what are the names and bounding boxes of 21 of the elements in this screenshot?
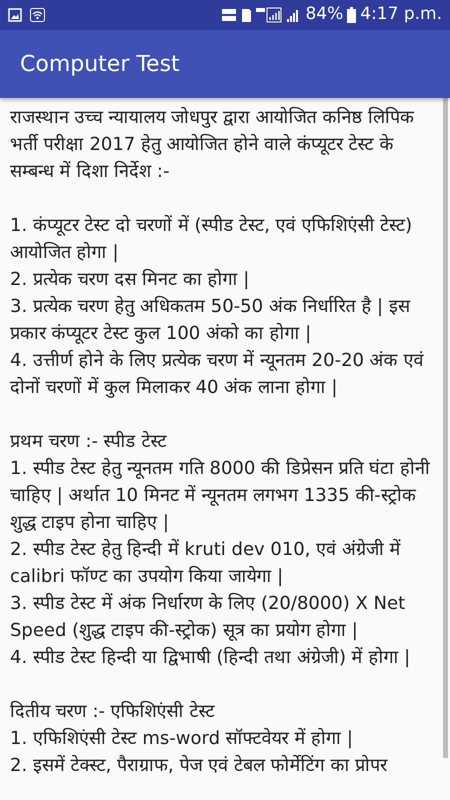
body-text: 1. एफिशिएंसी टेस्ट ms-word सॉफ्टवेयर में होगा |: [10, 726, 354, 751]
image-icon: [8, 8, 22, 22]
battery-percent: 84%: [305, 3, 344, 26]
mobile-data-icon: [256, 7, 282, 23]
body-text: 2. स्पीड टेस्ट हेतु हिन्दी में kruti dev 010, एवं अंग्रेजी में calibri फॉण्ट का उपयोग किया जायेगा |: [10, 538, 402, 589]
app-title: Computer Test: [20, 50, 180, 78]
wifi-icon: [30, 8, 45, 22]
battery-icon: [347, 7, 356, 23]
body-text: 2. प्रत्येक चरण दस मिनट का होगा |: [10, 268, 250, 292]
body-text: 2. इसमें टेक्स्ट, पैराग्राफ, पेज एवं टेबल फोर्मेटिंग का प्रोपर: [10, 754, 389, 778]
body-text: राजस्थान उच्च न्यायालय जोधपुर द्वारा आयोजित कनिष्ठ लिपिक भर्ती परीक्षा 2017 हेतु आयोजित होने वाले कंप्यूटर टेस्ट के सम्बन्ध में दिशा निर्देश :-: [10, 106, 416, 184]
body-text: 4. स्पीड टेस्ट हिन्दी या द्विभाषी (हिन्दी तथा अंग्रेजी) में होगा |: [10, 646, 412, 670]
body-text: दितीय चरण :- एफिशिएंसी टेस्ट: [10, 700, 216, 724]
body-text: 1. कंप्यूटर टेस्ट दो चरणों में (स्पीड टेस्ट, एवं एफिशिएंसी टेस्ट) आयोजित होगा |: [10, 214, 414, 265]
body-text: 1. स्पीड टेस्ट हेतु न्यूनतम गति 8000 की डिप्रेसन प्रति घंटा होनी चाहिए | अर्थात 10 मिनट में न्यूनतम लगभग 1335 की-स्ट्रोक शुद्ध टाइप होना चाहिए |: [10, 456, 431, 535]
body-text: 4. उत्तीर्ण होने के लिए प्रत्येक चरण में न्यूनतम 20-20 अंक एवं दोनों चरणों में कुल मिलाकर 40 अंक लाना होगा |: [10, 348, 425, 400]
body-text: 3. स्पीड टेस्ट में अंक निर्धारण के लिए (20/8000) X Net Speed (शुद्ध टाइप की-स्ट्रोक) सूत्र का प्रयोग होगा |: [10, 592, 406, 643]
body-text: प्रथम चरण :- स्पीड टेस्ट: [10, 430, 168, 454]
sim-icon: [241, 8, 252, 22]
body-text: 3. प्रत्येक चरण हेतु अधिकतम 50-50 अंक निर्धारित है | इस प्रकार कंप्यूटर टेस्ट कुल 100 अंको का होगा |: [10, 294, 412, 346]
clock-time: 4:17 p.m.: [360, 3, 442, 26]
